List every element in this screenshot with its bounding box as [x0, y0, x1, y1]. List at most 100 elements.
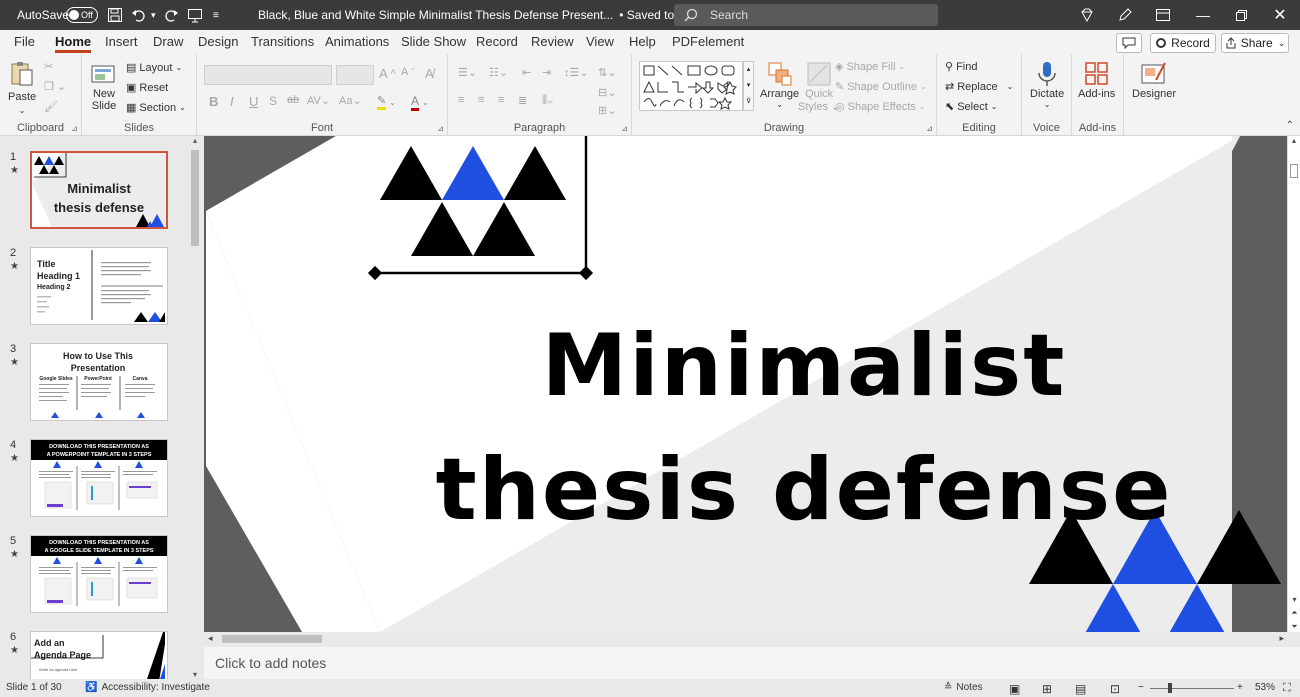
- editor-horizontal-scrollbar[interactable]: ◂ ▸: [204, 632, 1288, 646]
- record-button[interactable]: Record: [1150, 33, 1216, 53]
- select-button[interactable]: ⬉ Select ⌄: [945, 100, 998, 114]
- slide-thumbnail-5[interactable]: 5 ★ DOWNLOAD THIS PRESENTATION AS A GOOGL…: [8, 535, 198, 621]
- scroll-down-icon[interactable]: ▾: [1288, 595, 1300, 604]
- align-center-icon[interactable]: ≡: [478, 94, 484, 106]
- scroll-left-icon[interactable]: ◂: [208, 633, 213, 644]
- addins-button[interactable]: Add-ins: [1078, 60, 1115, 100]
- slide-title-textbox[interactable]: Minimalist thesis defense: [404, 304, 1204, 552]
- italic-icon[interactable]: I: [230, 94, 234, 109]
- dialog-launcher-icon[interactable]: ⊿: [621, 124, 628, 133]
- slide-thumbnail-4[interactable]: 4 ★ DOWNLOAD THIS PRESENTATION AS A POWER…: [8, 439, 198, 525]
- share-button[interactable]: Share ⌄: [1221, 33, 1289, 53]
- bold-icon[interactable]: B: [209, 94, 218, 109]
- start-slideshow-icon[interactable]: [187, 0, 203, 30]
- decrease-font-icon[interactable]: Aˇ: [401, 66, 414, 78]
- undo-icon[interactable]: [131, 0, 147, 30]
- previous-slide-icon[interactable]: ⏶: [1288, 608, 1300, 618]
- customize-toolbar-icon[interactable]: ≡: [213, 0, 219, 30]
- notes-toggle[interactable]: ≙ Notes: [944, 682, 983, 693]
- tab-transitions[interactable]: Transitions: [251, 34, 314, 49]
- arrange-button[interactable]: Arrange ⌄: [760, 60, 799, 109]
- align-left-icon[interactable]: ≡: [458, 94, 464, 106]
- zoom-slider[interactable]: [1150, 688, 1234, 689]
- zoom-out-icon[interactable]: −: [1138, 682, 1144, 693]
- copy-icon[interactable]: ❐ ⌄: [44, 80, 66, 93]
- zoom-level[interactable]: 53%: [1255, 682, 1275, 693]
- diamond-icon[interactable]: [1068, 0, 1106, 30]
- highlight-icon[interactable]: ✎ ⌄: [377, 94, 396, 110]
- quick-styles-button[interactable]: Quick Styles ⌄: [798, 60, 840, 113]
- layout-button[interactable]: ▤ Layout ⌄: [126, 61, 182, 75]
- ribbon-display-icon[interactable]: [1144, 0, 1182, 30]
- tab-animations[interactable]: Animations: [325, 34, 389, 49]
- tab-draw[interactable]: Draw: [153, 34, 183, 49]
- increase-indent-icon[interactable]: ⇥: [542, 66, 551, 79]
- paste-button[interactable]: Paste ⌄: [8, 60, 36, 115]
- clear-formatting-icon[interactable]: A̸: [425, 66, 434, 81]
- shapes-gallery-scroll[interactable]: ▴ ▾ ⊽: [743, 61, 754, 111]
- line-spacing-icon[interactable]: ↕☰⌄: [564, 66, 589, 79]
- notes-pane[interactable]: Click to add notes: [204, 647, 1300, 679]
- scroll-down-icon[interactable]: ▾: [188, 670, 202, 679]
- tab-record[interactable]: Record: [476, 34, 518, 49]
- format-painter-icon[interactable]: 🖌: [44, 100, 58, 113]
- save-icon[interactable]: [107, 0, 123, 30]
- replace-button[interactable]: ⇄ Replace ⌄: [945, 80, 1013, 94]
- autosave-toggle[interactable]: Off: [66, 7, 98, 23]
- char-spacing-icon[interactable]: AV⌄: [307, 94, 330, 107]
- scrollbar-thumb[interactable]: [1290, 164, 1298, 178]
- bullets-icon[interactable]: ☰⌄: [458, 66, 477, 79]
- strikethrough-icon[interactable]: ab: [287, 94, 299, 106]
- close-icon[interactable]: ✕: [1261, 0, 1299, 30]
- normal-view-icon[interactable]: ▣: [1009, 682, 1020, 696]
- text-direction-icon[interactable]: ⇅⌄: [598, 66, 616, 79]
- font-name-field[interactable]: [204, 65, 332, 85]
- tab-help[interactable]: Help: [629, 34, 656, 49]
- scroll-right-icon[interactable]: ▸: [1279, 633, 1284, 644]
- redo-icon[interactable]: [163, 0, 179, 30]
- restore-icon[interactable]: [1222, 0, 1260, 30]
- thumbnail-scrollbar[interactable]: ▴ ▾: [188, 136, 202, 679]
- scrollbar-thumb[interactable]: [222, 635, 322, 643]
- editor-vertical-scrollbar[interactable]: ▴ ▾ ⏶ ⏷: [1287, 136, 1300, 632]
- reset-button[interactable]: ▣ Reset: [126, 81, 168, 95]
- slide-thumbnail-3[interactable]: 3 ★ How to Use This Presentation Google S…: [8, 343, 198, 429]
- accessibility-button[interactable]: ♿ Accessibility: Investigate: [85, 682, 210, 693]
- align-text-icon[interactable]: ⊟⌄: [598, 86, 616, 99]
- underline-icon[interactable]: U: [249, 94, 258, 109]
- dialog-launcher-icon[interactable]: ⊿: [71, 124, 78, 133]
- scroll-up-icon[interactable]: ▴: [1288, 136, 1300, 145]
- tab-slide-show[interactable]: Slide Show: [401, 34, 466, 49]
- font-size-field[interactable]: [336, 65, 374, 85]
- find-button[interactable]: ⚲ Find: [945, 60, 977, 74]
- tab-home[interactable]: Home: [55, 34, 92, 53]
- smartart-icon[interactable]: ⊞⌄: [598, 104, 616, 117]
- designer-button[interactable]: Designer: [1132, 60, 1176, 100]
- tab-pdfelement[interactable]: PDFelement: [672, 34, 744, 49]
- slide-thumbnail-1[interactable]: 1 ★ Minimalist thesis defense: [8, 151, 198, 237]
- shapes-gallery[interactable]: [639, 61, 743, 111]
- tab-design[interactable]: Design: [198, 34, 238, 49]
- slide-sorter-icon[interactable]: ⊞: [1042, 682, 1052, 696]
- minimize-icon[interactable]: —: [1184, 0, 1222, 30]
- font-color-icon[interactable]: A ⌄: [411, 94, 429, 111]
- tab-review[interactable]: Review: [531, 34, 574, 49]
- collapse-ribbon-icon[interactable]: ⌃: [1286, 120, 1294, 131]
- tab-insert[interactable]: Insert: [105, 34, 138, 49]
- shape-fill-button[interactable]: ◈ Shape Fill ⌄: [835, 60, 905, 74]
- scrollbar-thumb[interactable]: [191, 150, 199, 246]
- search-box[interactable]: Search: [674, 4, 938, 26]
- tab-view[interactable]: View: [586, 34, 614, 49]
- shape-outline-button[interactable]: ✎ Shape Outline ⌄: [835, 80, 927, 94]
- fit-to-window-icon[interactable]: ⛶: [1283, 682, 1291, 695]
- change-case-icon[interactable]: Aa⌄: [339, 94, 362, 107]
- align-right-icon[interactable]: ≡: [498, 94, 504, 106]
- slide-thumbnail-6[interactable]: 6 ★ Add an Agenda Page Write an agenda he…: [8, 631, 198, 679]
- comments-button[interactable]: [1116, 33, 1142, 53]
- columns-icon[interactable]: ⫼⌄: [542, 94, 553, 107]
- slide-thumbnail-2[interactable]: 2 ★ Title Heading 1 Heading 2: [8, 247, 198, 333]
- shape-effects-button[interactable]: ◎ Shape Effects ⌄: [835, 100, 926, 114]
- decrease-indent-icon[interactable]: ⇤: [522, 66, 531, 79]
- increase-font-icon[interactable]: A ^: [379, 66, 396, 81]
- zoom-slider-thumb[interactable]: [1168, 683, 1172, 693]
